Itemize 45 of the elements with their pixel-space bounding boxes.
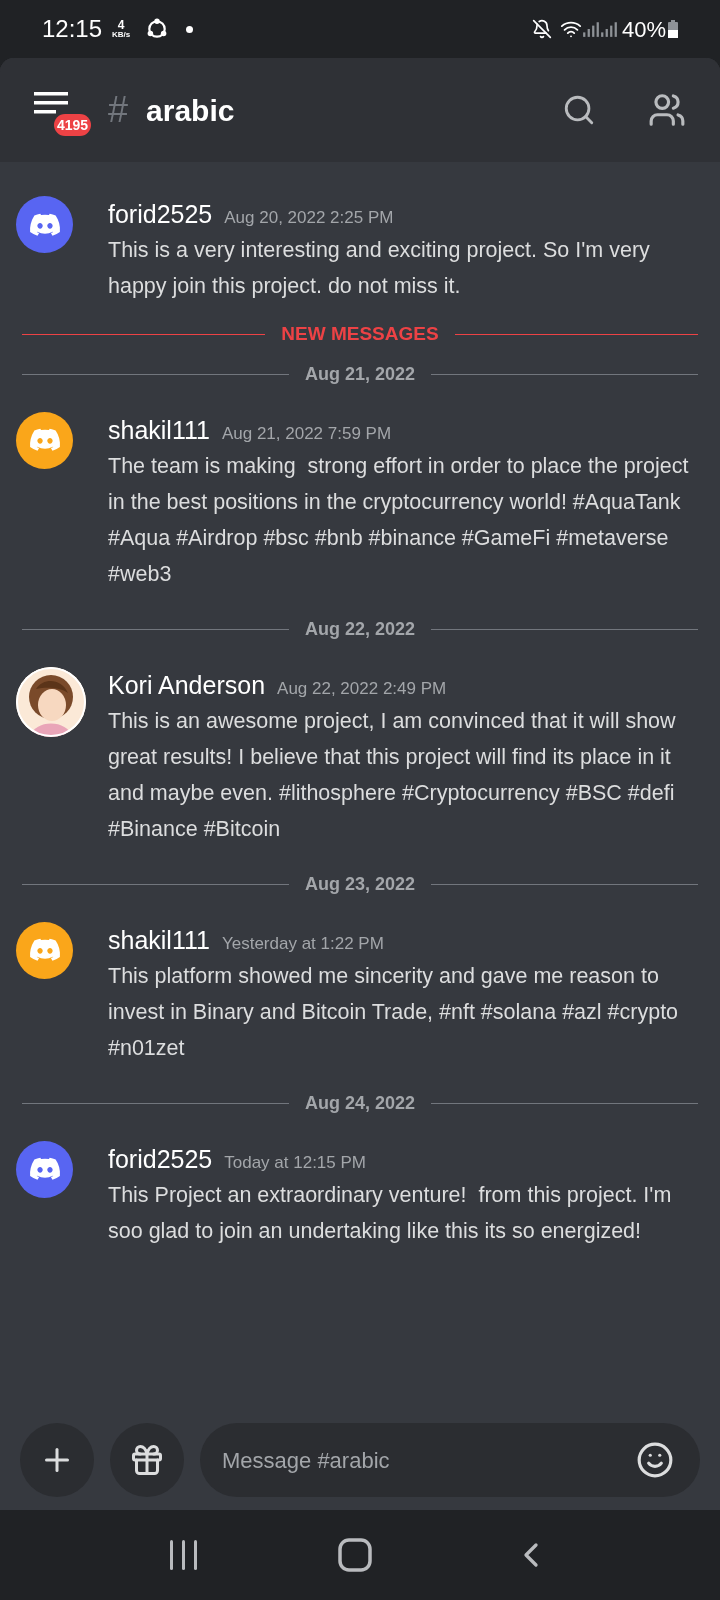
network-speed-unit: KB/s (112, 31, 131, 39)
user-avatar[interactable] (16, 921, 73, 979)
username[interactable]: Kori Anderson (108, 666, 266, 703)
unread-badge: 4195 (54, 114, 92, 136)
home-icon[interactable] (338, 1538, 372, 1572)
signal-icon (581, 20, 600, 38)
date-separator: Aug 22, 2022 (304, 617, 416, 641)
search-icon[interactable] (562, 93, 596, 127)
username[interactable]: forid2525 (108, 1140, 213, 1177)
message-input[interactable]: Message #arabic (222, 1443, 636, 1477)
members-icon[interactable] (648, 91, 686, 129)
gift-icon (129, 1442, 165, 1478)
channel-name: arabic (146, 92, 235, 129)
message-field[interactable]: Message #arabic (200, 1423, 700, 1497)
date-separator: Aug 23, 2022 (304, 872, 416, 896)
network-speed: 4 (117, 19, 125, 31)
message-text: This is a very interesting and exciting project. So I'm very happy join this project. do not miss it. (108, 237, 651, 300)
date-separator: Aug 21, 2022 (304, 362, 416, 386)
message-text: This is an awesome project, I am convinced that it will show great results! I believe that this project will find its place in it and maybe even. #lithosphere #Cryptocurrency #BSC #defi #Binance #Bitcoin (108, 707, 677, 843)
battery-percent: 40% (621, 15, 666, 44)
timestamp: Yesterday at 1:22 PM (221, 932, 384, 955)
timestamp: Aug 22, 2022 2:49 PM (277, 677, 447, 700)
recent-apps-icon[interactable] (169, 1539, 200, 1571)
channel-hash: # (108, 88, 129, 132)
message-text: This Project an extraordinary venture! from this project. I'm soo glad to join an undertaking like this its so energized! (108, 1181, 673, 1245)
menu-icon[interactable] (34, 92, 70, 114)
clock: 12:15 (42, 14, 103, 44)
user-avatar[interactable] (16, 1140, 73, 1198)
message-text: This platform showed me sincerity and gave me reason to invest in Binary and Bitcoin Trade, #nft #solana #azl #crypto #n01zet (108, 962, 680, 1062)
user-avatar[interactable] (16, 196, 73, 253)
new-messages-label: NEW MESSAGES (281, 322, 439, 346)
user-avatar[interactable] (16, 411, 73, 469)
username[interactable]: shakil111 (108, 921, 210, 958)
timestamp: Today at 12:15 PM (224, 1151, 366, 1174)
message-text: The team is making strong effort in order to place the project in the best positions in the cryptocurrency world! #AquaTank #Aqua #Airdrop #bsc #bnb #binance #GameFi #metaverse #web3 (108, 452, 690, 588)
signal-icon (599, 20, 618, 38)
username[interactable]: forid2525 (108, 196, 213, 232)
emoji-icon[interactable] (636, 1441, 674, 1479)
timestamp: Aug 20, 2022 2:25 PM (224, 207, 394, 229)
battery-icon (668, 20, 678, 38)
timestamp: Aug 21, 2022 7:59 PM (221, 422, 392, 445)
date-separator: Aug 24, 2022 (304, 1091, 416, 1115)
username[interactable]: shakil111 (108, 411, 210, 448)
mute-icon (531, 19, 552, 39)
share-icon (146, 18, 169, 40)
